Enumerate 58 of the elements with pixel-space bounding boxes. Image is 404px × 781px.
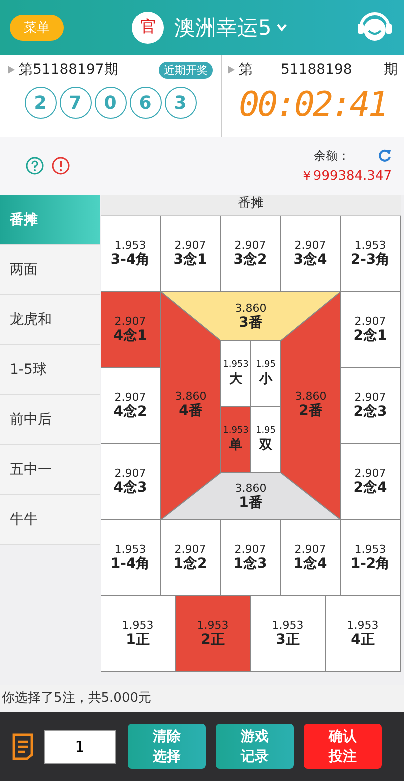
- warning-icon[interactable]: [52, 157, 70, 175]
- bet-option[interactable]: 2.907 1念3: [221, 520, 281, 596]
- result-ball: 3: [164, 87, 196, 119]
- bet-option[interactable]: 2.907 4念2: [101, 368, 161, 444]
- bet-option[interactable]: 1.953 大: [220, 340, 252, 408]
- action-button[interactable]: 确认投注: [304, 724, 382, 769]
- bet-option[interactable]: 2.907 4念3: [101, 444, 161, 520]
- triangle-icon: [228, 66, 235, 74]
- refresh-icon[interactable]: [378, 149, 392, 163]
- category-tab[interactable]: 1-5球: [0, 345, 100, 395]
- bet-option[interactable]: 2.907 4念1: [101, 292, 161, 368]
- category-tab[interactable]: 龙虎和: [0, 295, 100, 345]
- bet-option[interactable]: 3.860 3番: [161, 292, 341, 342]
- category-tab[interactable]: 前中后: [0, 395, 100, 445]
- bet-option[interactable]: 1.953 4正: [326, 596, 401, 672]
- bet-option[interactable]: 3.860 2番: [280, 292, 341, 520]
- result-ball: 0: [94, 87, 126, 119]
- bet-option[interactable]: 1.953 1-4角: [101, 520, 161, 596]
- bet-option[interactable]: 2.907 1念2: [161, 520, 221, 596]
- bet-option[interactable]: 2.907 3念4: [281, 216, 341, 292]
- category-tab[interactable]: 两面: [0, 245, 100, 295]
- last-issue: 第51188197期: [19, 61, 118, 79]
- balance-label: 余额：: [314, 148, 350, 164]
- notepad-icon[interactable]: [12, 732, 34, 760]
- bet-option[interactable]: 1.953 3-4角: [101, 216, 161, 292]
- issue-prefix: 第: [239, 61, 253, 79]
- result-ball: 7: [60, 87, 92, 119]
- bet-option[interactable]: 2.907 2念1: [341, 292, 401, 368]
- bet-option[interactable]: 1.953 1-2角: [341, 520, 401, 596]
- official-badge: 官: [132, 12, 164, 44]
- bet-option[interactable]: 2.907 3念1: [161, 216, 221, 292]
- bet-option[interactable]: 1.953 3正: [251, 596, 326, 672]
- countdown-timer: 00:02:41: [238, 85, 388, 125]
- result-ball: 6: [130, 87, 162, 119]
- triangle-icon: [8, 66, 15, 74]
- category-tab[interactable]: 五中一: [0, 445, 100, 495]
- bet-option[interactable]: 1.953 2正: [176, 596, 251, 672]
- result-ball: 2: [24, 87, 56, 119]
- bet-option[interactable]: 3.860 4番: [161, 292, 222, 520]
- bet-option[interactable]: 1.95 双: [250, 406, 282, 474]
- amount-input[interactable]: 1: [44, 730, 116, 764]
- bet-option[interactable]: 3.860 1番: [161, 472, 341, 520]
- help-icon[interactable]: [26, 157, 44, 175]
- category-tab[interactable]: 牛牛: [0, 495, 100, 545]
- chevron-down-icon: [276, 22, 288, 32]
- balance-amount: ￥999384.347: [300, 168, 392, 184]
- next-issue: 51188198: [281, 62, 352, 78]
- bet-option[interactable]: 1.953 2-3角: [341, 216, 401, 292]
- issue-suffix: 期: [384, 61, 398, 79]
- bet-option[interactable]: 1.953 1正: [101, 596, 176, 672]
- bet-option[interactable]: 2.907 1念4: [281, 520, 341, 596]
- selection-summary: 你选择了5注，共5.000元: [0, 685, 404, 712]
- bet-option[interactable]: 2.907 2念4: [341, 444, 401, 520]
- bet-option[interactable]: 2.907 3念2: [221, 216, 281, 292]
- bet-option[interactable]: 1.953 单: [220, 406, 252, 474]
- board-title: 番摊: [101, 195, 401, 216]
- bet-option[interactable]: 2.907 2念3: [341, 368, 401, 444]
- bet-option[interactable]: 1.95 小: [250, 340, 282, 408]
